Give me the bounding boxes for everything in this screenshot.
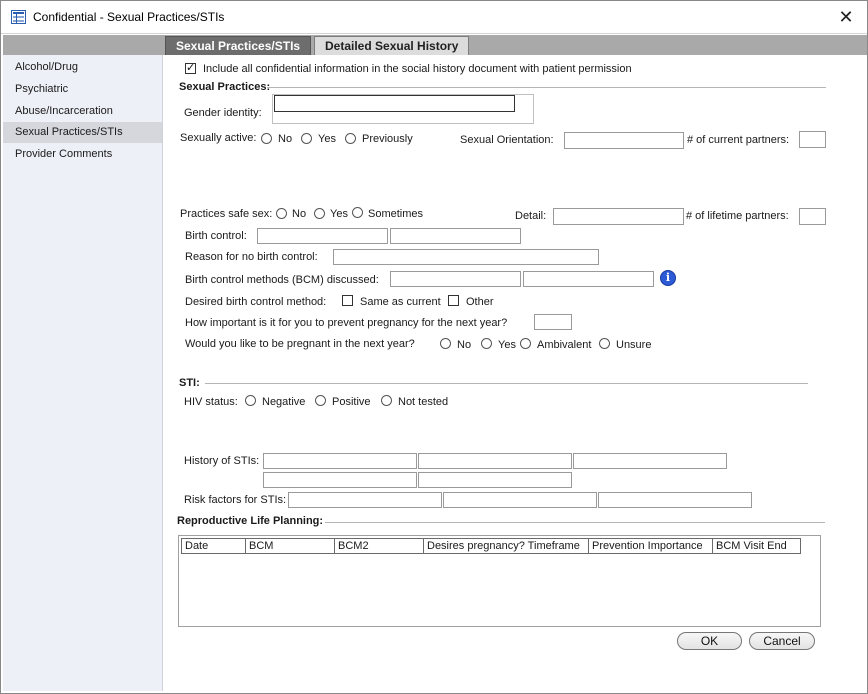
- pregnant-ambivalent-label: Ambivalent: [537, 339, 592, 351]
- birth-control-input-2[interactable]: [390, 228, 521, 244]
- ok-button[interactable]: OK: [677, 632, 742, 650]
- birth-control-label: Birth control:: [185, 230, 247, 242]
- hiv-not-tested-radio[interactable]: [381, 395, 392, 406]
- sexually-active-yes-label: Yes: [318, 133, 336, 145]
- include-confidential-checkbox[interactable]: ✓: [185, 63, 196, 74]
- pregnant-unsure-label: Unsure: [616, 339, 652, 351]
- section-divider: [205, 383, 808, 384]
- no-birth-control-reason-input[interactable]: [333, 249, 599, 265]
- detail-label: Detail:: [515, 210, 547, 222]
- sexually-active-previously-radio[interactable]: [345, 133, 356, 144]
- desired-bcm-other-checkbox[interactable]: [448, 295, 459, 306]
- section-divider: [267, 87, 826, 88]
- sexually-active-yes-radio[interactable]: [301, 133, 312, 144]
- current-partners-label: # of current partners:: [687, 134, 790, 146]
- title-bar: Confidential - Sexual Practices/STIs ✕: [1, 1, 867, 34]
- pregnant-ambivalent-radio[interactable]: [520, 338, 531, 349]
- sti-history-input-4[interactable]: [263, 472, 417, 488]
- main-content: ✓ Include all confidential information i…: [164, 55, 866, 691]
- sidebar-item-provider-comments[interactable]: Provider Comments: [3, 144, 162, 165]
- safe-sex-sometimes-label: Sometimes: [368, 208, 424, 220]
- tab-detailed-sexual-history[interactable]: Detailed Sexual History: [314, 36, 470, 55]
- current-partners-input[interactable]: [799, 131, 826, 148]
- lifetime-partners-input[interactable]: [799, 208, 826, 225]
- cancel-button[interactable]: Cancel: [749, 632, 815, 650]
- pregnant-no-radio[interactable]: [440, 338, 451, 349]
- info-icon[interactable]: i: [660, 270, 676, 286]
- sexually-active-no-radio[interactable]: [261, 133, 272, 144]
- desired-bcm-label: Desired birth control method:: [185, 296, 327, 308]
- bcm-discussed-label: Birth control methods (BCM) discussed:: [185, 274, 379, 286]
- sti-history-input-1[interactable]: [263, 453, 417, 469]
- birth-control-input-1[interactable]: [257, 228, 388, 244]
- lifetime-partners-label: # of lifetime partners:: [686, 210, 789, 222]
- column-header-prevention-importance[interactable]: Prevention Importance: [589, 538, 713, 554]
- sti-risk-input-2[interactable]: [443, 492, 597, 508]
- column-header-date[interactable]: Date: [181, 538, 246, 554]
- tab-sexual-practices[interactable]: Sexual Practices/STIs: [165, 36, 312, 55]
- include-confidential-label: Include all confidential information in …: [203, 63, 632, 75]
- safe-sex-yes-radio[interactable]: [314, 208, 325, 219]
- prevent-pregnancy-label: How important is it for you to prevent p…: [185, 317, 508, 329]
- tab-strip: Sexual Practices/STIs Detailed Sexual Hi…: [3, 35, 867, 55]
- hiv-positive-radio[interactable]: [315, 395, 326, 406]
- prevent-pregnancy-input[interactable]: [534, 314, 572, 330]
- sti-risk-factors-label: Risk factors for STIs:: [184, 494, 287, 506]
- sexually-active-no-label: No: [278, 133, 293, 145]
- sti-risk-input-3[interactable]: [598, 492, 752, 508]
- no-birth-control-reason-label: Reason for no birth control:: [185, 251, 318, 263]
- sexual-orientation-input[interactable]: [564, 132, 684, 149]
- sti-history-input-2[interactable]: [418, 453, 572, 469]
- hiv-negative-label: Negative: [262, 396, 306, 408]
- sti-heading: STI:: [179, 377, 200, 389]
- sti-history-input-5[interactable]: [418, 472, 572, 488]
- reproductive-planning-heading: Reproductive Life Planning:: [177, 515, 324, 527]
- column-header-bcm2[interactable]: BCM2: [335, 538, 424, 554]
- gender-identity-input[interactable]: [274, 95, 515, 112]
- pregnant-next-year-label: Would you like to be pregnant in the nex…: [185, 338, 415, 350]
- window-title: Confidential - Sexual Practices/STIs: [33, 10, 225, 24]
- desired-bcm-other-label: Other: [466, 296, 494, 308]
- bcm-discussed-input-2[interactable]: [523, 271, 654, 287]
- pregnant-yes-label: Yes: [498, 339, 516, 351]
- hiv-not-tested-label: Not tested: [398, 396, 449, 408]
- hiv-negative-radio[interactable]: [245, 395, 256, 406]
- bcm-discussed-input-1[interactable]: [390, 271, 521, 287]
- sexually-active-previously-label: Previously: [362, 133, 413, 145]
- detail-input[interactable]: [553, 208, 684, 225]
- form-icon: [11, 10, 26, 24]
- safe-sex-label: Practices safe sex:: [180, 208, 273, 220]
- sexual-practices-heading: Sexual Practices:: [179, 81, 271, 93]
- sidebar-item-alcohol-drug[interactable]: Alcohol/Drug: [3, 57, 162, 78]
- sexual-orientation-label: Sexual Orientation:: [460, 134, 554, 146]
- safe-sex-no-label: No: [292, 208, 307, 220]
- sti-history-input-3[interactable]: [573, 453, 727, 469]
- column-header-bcm-visit-end[interactable]: BCM Visit End: [713, 538, 801, 554]
- grid-header: Date BCM BCM2 Desires pregnancy? Timefra…: [181, 538, 801, 554]
- gender-identity-label: Gender identity:: [184, 107, 262, 119]
- hiv-status-label: HIV status:: [184, 396, 238, 408]
- desired-bcm-same-checkbox[interactable]: [342, 295, 353, 306]
- sidebar-item-psychiatric[interactable]: Psychiatric: [3, 79, 162, 100]
- safe-sex-yes-label: Yes: [330, 208, 348, 220]
- desired-bcm-same-label: Same as current: [360, 296, 441, 308]
- column-header-bcm[interactable]: BCM: [246, 538, 335, 554]
- pregnant-yes-radio[interactable]: [481, 338, 492, 349]
- column-header-desires-pregnancy[interactable]: Desires pregnancy? Timeframe: [424, 538, 589, 554]
- sti-history-label: History of STIs:: [184, 455, 260, 467]
- pregnant-no-label: No: [457, 339, 472, 351]
- section-divider: [325, 522, 825, 523]
- sidebar-item-abuse-incarceration[interactable]: Abuse/Incarceration: [3, 101, 162, 122]
- dialog-window: Confidential - Sexual Practices/STIs ✕ S…: [0, 0, 868, 694]
- hiv-positive-label: Positive: [332, 396, 371, 408]
- sidebar-item-sexual-practices[interactable]: Sexual Practices/STIs: [3, 122, 162, 143]
- safe-sex-sometimes-radio[interactable]: [352, 207, 363, 218]
- safe-sex-no-radio[interactable]: [276, 208, 287, 219]
- close-icon[interactable]: ✕: [835, 6, 857, 28]
- reproductive-planning-grid[interactable]: Date BCM BCM2 Desires pregnancy? Timefra…: [178, 535, 821, 627]
- sidebar: Alcohol/Drug Psychiatric Abuse/Incarcera…: [3, 55, 163, 691]
- sexually-active-label: Sexually active:: [180, 132, 257, 144]
- pregnant-unsure-radio[interactable]: [599, 338, 610, 349]
- sti-risk-input-1[interactable]: [288, 492, 442, 508]
